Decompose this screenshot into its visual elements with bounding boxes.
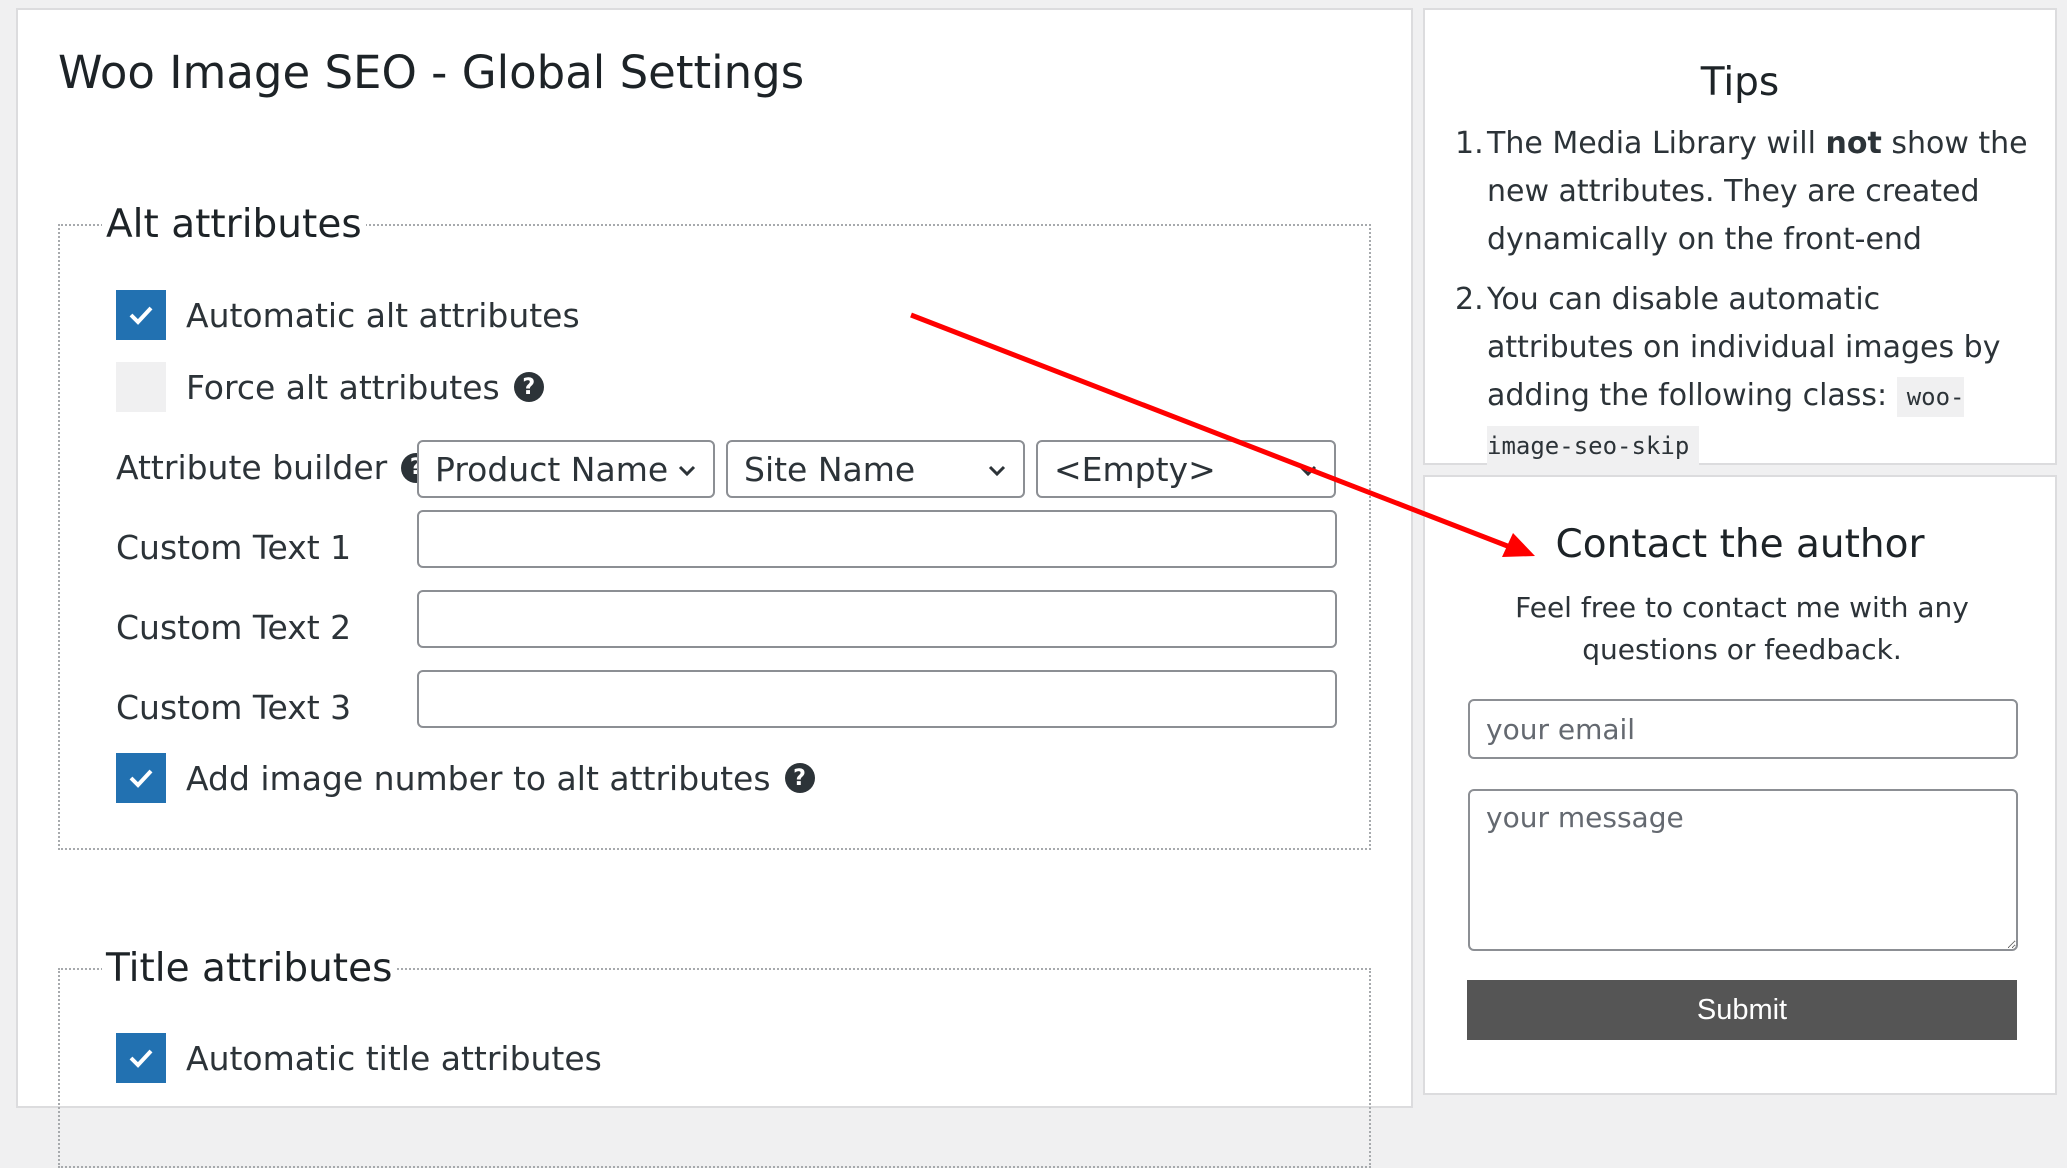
annotation-arrow-icon bbox=[910, 312, 1535, 557]
